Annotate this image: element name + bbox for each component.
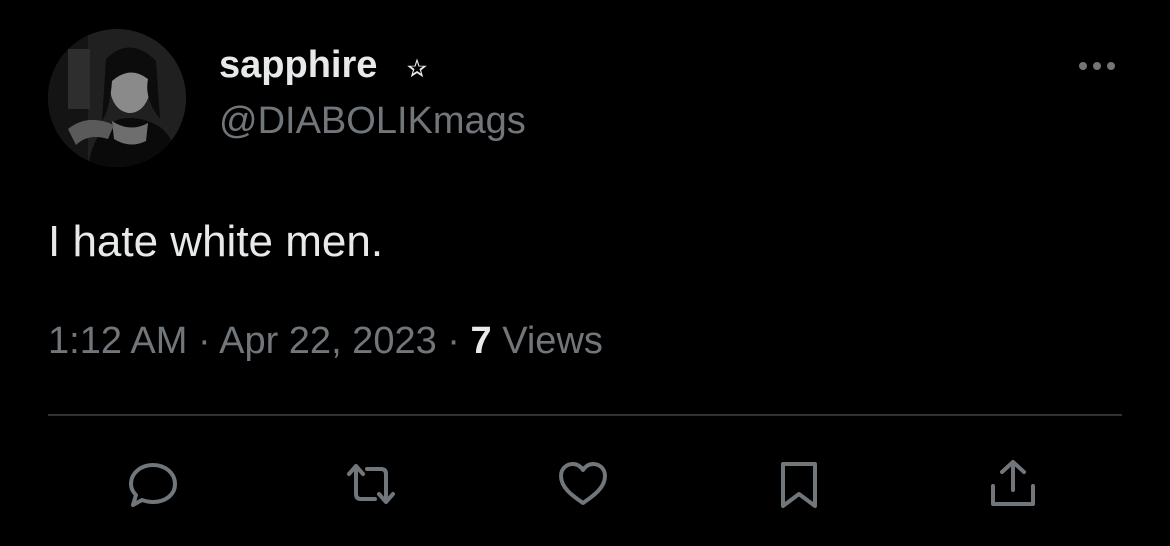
more-dot-icon bbox=[1079, 62, 1087, 70]
user-handle[interactable]: @DIABOLIKmags bbox=[219, 98, 526, 144]
meta-separator: · bbox=[447, 320, 460, 362]
like-button[interactable] bbox=[551, 452, 615, 516]
bookmark-icon bbox=[781, 462, 817, 508]
avatar[interactable] bbox=[48, 29, 186, 167]
display-name[interactable]: sapphire bbox=[219, 42, 377, 88]
bookmark-button[interactable] bbox=[767, 452, 831, 516]
share-button[interactable] bbox=[981, 452, 1045, 516]
like-icon bbox=[559, 462, 607, 505]
star-icon bbox=[402, 53, 432, 81]
reply-icon bbox=[129, 463, 177, 507]
retweet-icon bbox=[347, 464, 395, 504]
tweet-meta: 1:12 AM · Apr 22, 2023 · 7 Views bbox=[48, 318, 603, 364]
tweet-time[interactable]: 1:12 AM bbox=[48, 320, 187, 362]
meta-separator: · bbox=[197, 320, 211, 362]
views-count[interactable]: 7 bbox=[471, 320, 492, 362]
more-dot-icon bbox=[1107, 62, 1115, 70]
divider bbox=[48, 414, 1122, 416]
tweet-text: I hate white men. bbox=[48, 217, 384, 266]
reply-button[interactable] bbox=[121, 452, 185, 516]
views-label[interactable]: Views bbox=[502, 320, 603, 362]
more-options-button[interactable] bbox=[1072, 52, 1122, 80]
share-icon bbox=[991, 460, 1035, 506]
avatar-image bbox=[48, 29, 186, 167]
retweet-button[interactable] bbox=[339, 452, 403, 516]
more-dot-icon bbox=[1093, 62, 1101, 70]
tweet-date[interactable]: Apr 22, 2023 bbox=[219, 320, 437, 362]
